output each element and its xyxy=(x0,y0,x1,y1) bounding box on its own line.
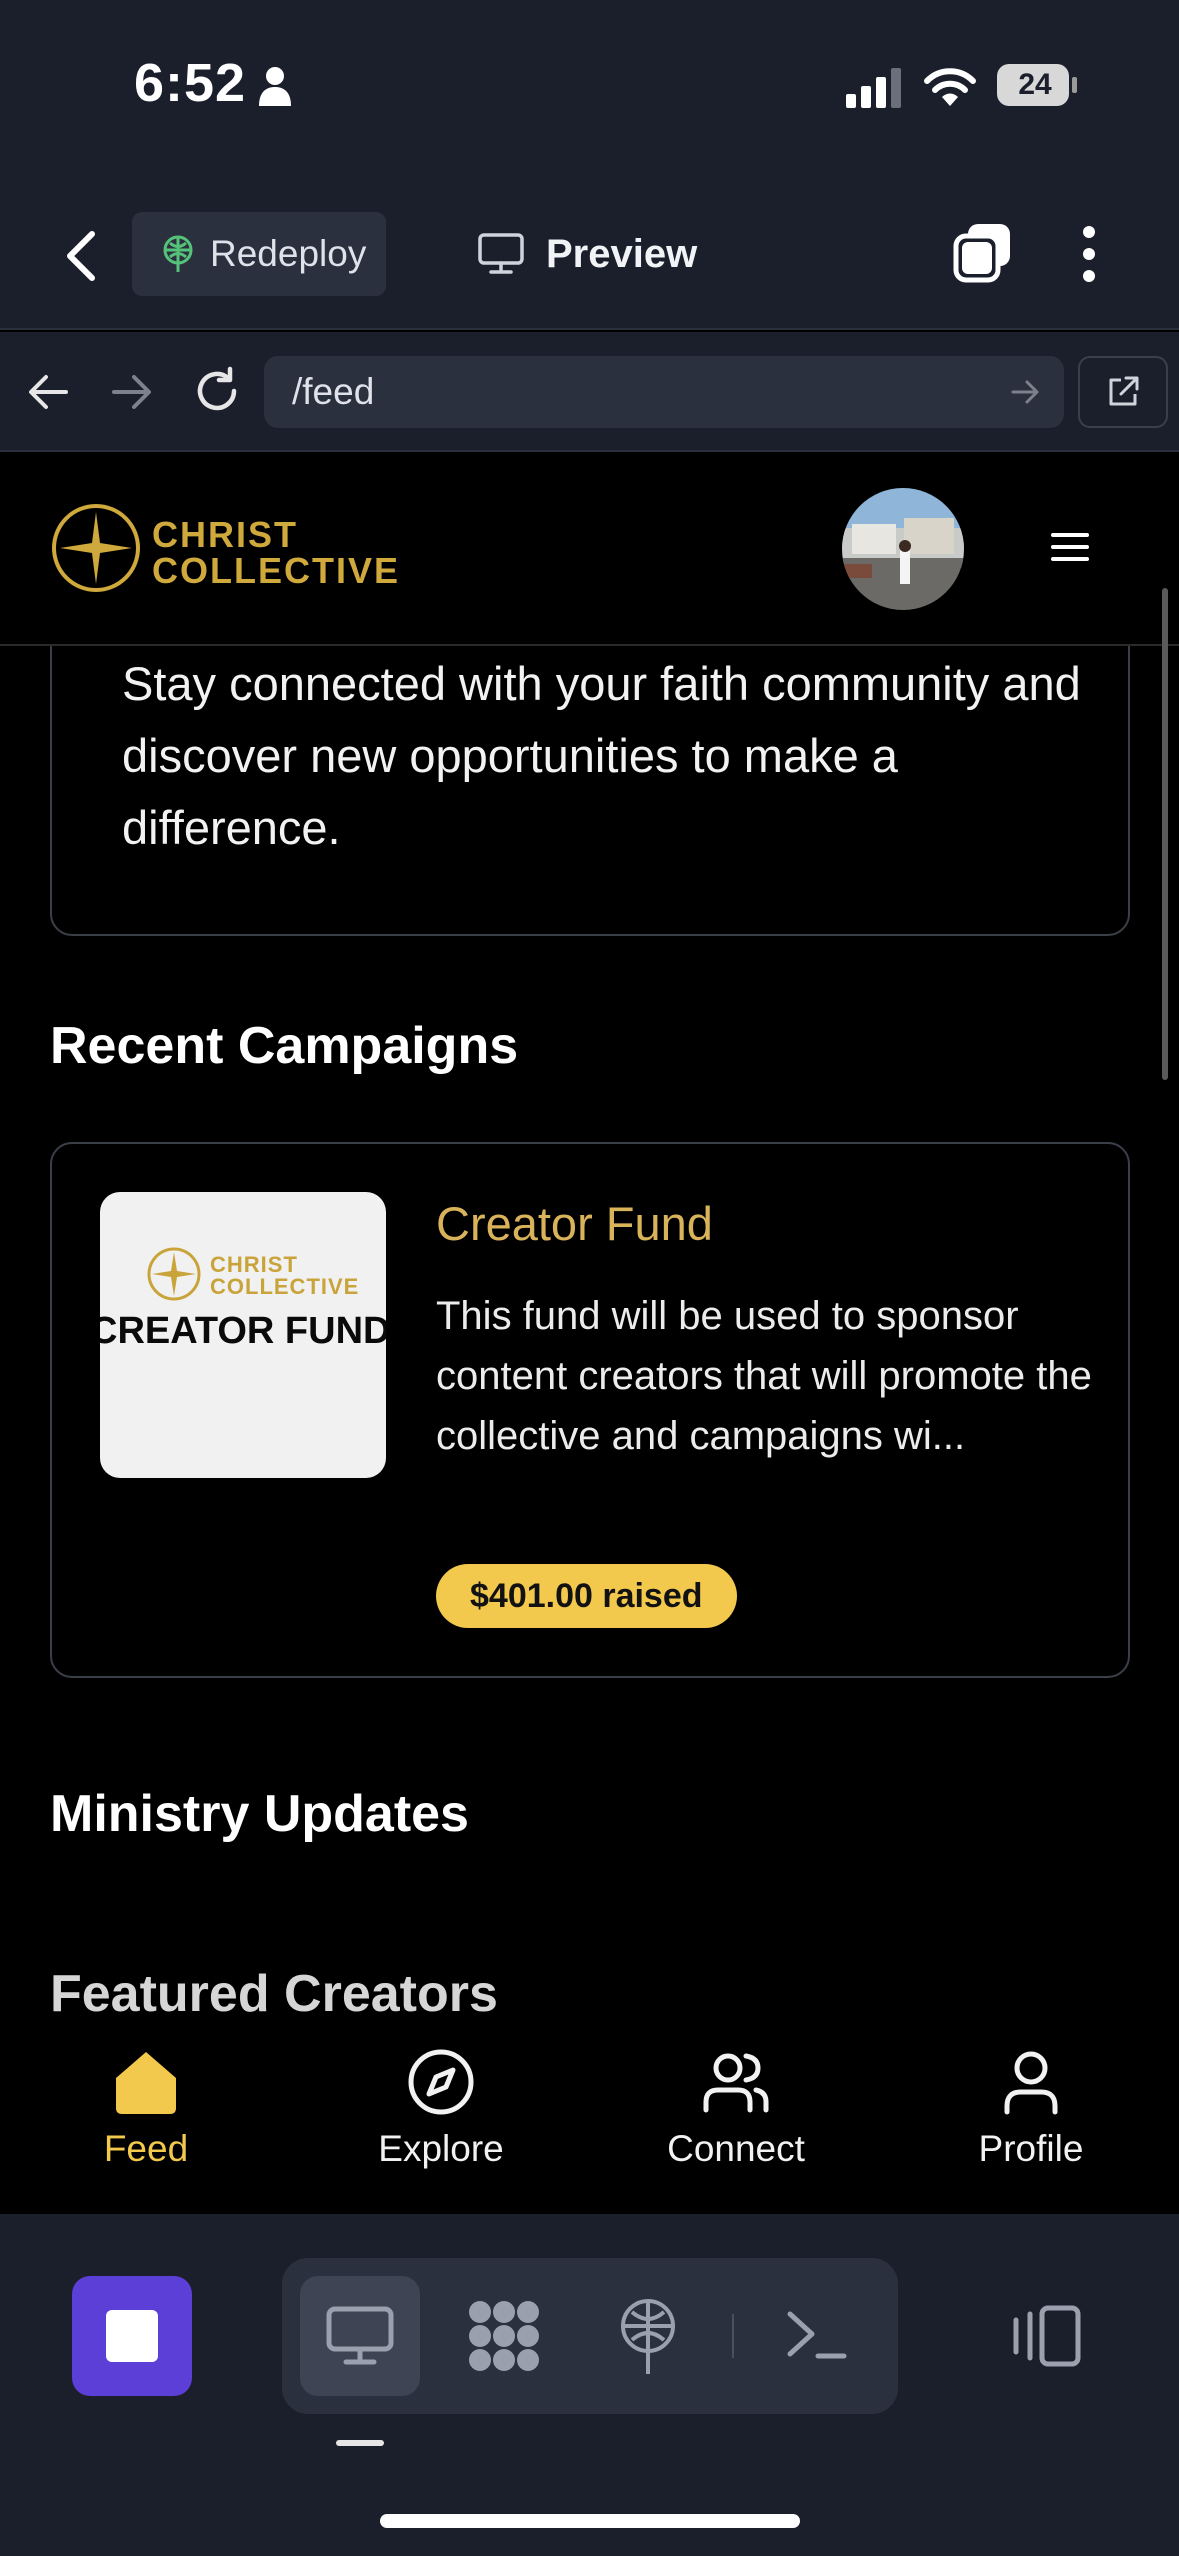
monitor-icon xyxy=(478,233,524,274)
wifi-icon xyxy=(924,68,976,106)
logo-text-line2[interactable]: COLLECTIVE xyxy=(152,550,400,592)
tab-label: Explore xyxy=(378,2128,504,2169)
users-icon xyxy=(703,2053,769,2113)
stop-icon xyxy=(106,2310,158,2362)
preview-label: Preview xyxy=(546,231,698,276)
avatar[interactable] xyxy=(842,488,964,610)
more-vertical-icon[interactable] xyxy=(1074,224,1104,284)
back-chevron-icon[interactable] xyxy=(62,230,102,282)
battery-level: 24 xyxy=(1018,68,1052,101)
tab-label: Connect xyxy=(667,2128,805,2169)
raised-badge: $401.00 raised xyxy=(436,1564,737,1628)
deploy-icon xyxy=(163,235,193,272)
grid-dots-icon[interactable] xyxy=(466,2298,542,2374)
christ-collective-logo-icon[interactable] xyxy=(50,502,142,594)
external-link-icon xyxy=(1109,376,1139,406)
thumb-logo-line2: COLLECTIVE xyxy=(210,1274,360,1299)
arrow-left-icon[interactable] xyxy=(26,372,70,412)
recent-campaigns-heading: Recent Campaigns xyxy=(50,1017,519,1075)
christ-collective-logo-icon xyxy=(147,1247,201,1301)
tab-feed[interactable]: Feed xyxy=(46,2046,246,2196)
tab-explore[interactable]: Explore xyxy=(341,2046,541,2196)
avatar-photo xyxy=(842,488,964,610)
arrow-right-icon[interactable] xyxy=(110,372,154,412)
tabs-icon[interactable] xyxy=(952,222,1012,284)
compass-icon xyxy=(408,2049,474,2115)
scrollbar[interactable] xyxy=(1162,588,1168,1080)
preview-button[interactable]: Preview xyxy=(478,212,738,296)
tab-label: Profile xyxy=(978,2128,1084,2169)
ministry-updates-heading: Ministry Updates xyxy=(50,1785,469,1843)
welcome-text: Stay connected with your faith community… xyxy=(122,657,1081,854)
status-time: 6:52 xyxy=(134,53,247,113)
person-icon xyxy=(259,67,291,106)
home-indicator[interactable] xyxy=(380,2514,800,2528)
cellular-signal-icon xyxy=(846,68,901,108)
campaign-thumbnail[interactable]: CHRIST COLLECTIVE CREATOR FUND xyxy=(100,1192,386,1478)
tab-profile[interactable]: Profile xyxy=(931,2046,1131,2196)
tab-label: Feed xyxy=(103,2128,189,2169)
reload-icon[interactable] xyxy=(192,366,242,416)
monitor-icon[interactable] xyxy=(326,2306,394,2366)
hamburger-menu-icon[interactable] xyxy=(1050,530,1090,564)
terminal-icon[interactable] xyxy=(786,2308,848,2362)
tab-connect[interactable]: Connect xyxy=(636,2046,836,2196)
featured-creators-heading: Featured Creators xyxy=(50,1965,498,2023)
url-text: /feed xyxy=(292,371,375,412)
go-arrow-icon[interactable] xyxy=(1010,378,1042,406)
redeploy-button[interactable]: Redeploy xyxy=(132,212,386,296)
home-icon xyxy=(116,2052,176,2114)
open-external-button[interactable] xyxy=(1078,356,1168,428)
thumb-title: CREATOR FUND xyxy=(100,1310,386,1352)
campaign-title[interactable]: Creator Fund xyxy=(436,1196,713,1251)
dock-active-indicator xyxy=(336,2440,384,2446)
dock-separator xyxy=(732,2314,734,2358)
deploy-icon[interactable] xyxy=(616,2296,680,2376)
url-input[interactable]: /feed xyxy=(264,356,1064,428)
user-icon xyxy=(1004,2051,1058,2115)
redeploy-label: Redeploy xyxy=(210,233,367,274)
side-panel-icon[interactable] xyxy=(1010,2304,1082,2368)
campaign-description: This fund will be used to sponsor conten… xyxy=(436,1294,1092,1458)
stop-button[interactable] xyxy=(72,2276,192,2396)
